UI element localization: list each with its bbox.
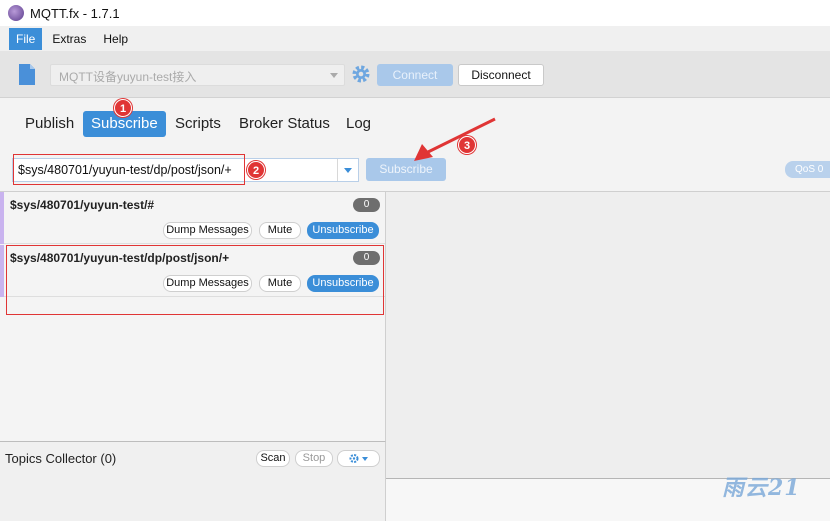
message-count-badge: 0 [353, 198, 380, 212]
dump-messages-button[interactable]: Dump Messages [163, 222, 252, 239]
menu-extras[interactable]: Extras [45, 28, 93, 50]
collector-options-button[interactable] [337, 450, 380, 467]
menu-bar: File Extras Help [0, 26, 830, 51]
mute-button[interactable]: Mute [259, 222, 301, 239]
menu-help[interactable]: Help [96, 28, 135, 50]
annotation-badge-2: 2 [247, 161, 265, 179]
subscription-color-bar [0, 192, 4, 244]
topics-collector-label: Topics Collector (0) [5, 451, 117, 466]
gear-icon[interactable] [351, 64, 371, 84]
title-bar: MQTT.fx - 1.7.1 [0, 0, 830, 26]
chevron-down-icon[interactable] [337, 159, 358, 181]
annotation-badge-1: 1 [114, 99, 132, 117]
subscription-color-bar [0, 245, 4, 297]
subscription-topic: $sys/480701/yuyun-test/# [10, 198, 155, 212]
annotation-badge-3: 3 [458, 136, 476, 154]
qos-selector[interactable]: QoS 0 [785, 161, 830, 178]
subscription-item[interactable]: $sys/480701/yuyun-test/# 0 Dump Messages… [0, 192, 385, 244]
tab-log[interactable]: Log [340, 111, 377, 137]
menu-file[interactable]: File [9, 27, 43, 50]
tab-broker-status[interactable]: Broker Status [233, 111, 336, 137]
subscriptions-list: $sys/480701/yuyun-test/# 0 Dump Messages… [0, 191, 386, 441]
tab-scripts[interactable]: Scripts [169, 111, 227, 137]
stop-button[interactable]: Stop [295, 450, 333, 467]
chevron-down-icon [330, 73, 338, 78]
connection-toolbar: MQTT设备yuyun-test接入 Connect Disconnect [0, 51, 830, 98]
mqttfx-logo-icon [8, 5, 24, 21]
watermark: 雨云21 [722, 475, 801, 501]
unsubscribe-button[interactable]: Unsubscribe [307, 222, 379, 239]
document-icon[interactable] [18, 63, 36, 86]
connect-button[interactable]: Connect [377, 64, 453, 86]
scan-button[interactable]: Scan [256, 450, 290, 467]
disconnect-button[interactable]: Disconnect [458, 64, 544, 86]
topics-collector: Topics Collector (0) Scan Stop [0, 441, 386, 521]
annotation-arrow [414, 117, 496, 161]
gear-dropdown-icon [349, 454, 368, 463]
message-detail-pane [386, 191, 830, 478]
window-title: MQTT.fx - 1.7.1 [30, 5, 120, 21]
annotation-highlight-topic [13, 154, 245, 185]
annotation-highlight-subscription [6, 245, 384, 315]
connection-profile-select[interactable]: MQTT设备yuyun-test接入 [50, 64, 345, 86]
connection-profile-value: MQTT设备yuyun-test接入 [59, 70, 197, 84]
tab-publish[interactable]: Publish [19, 111, 80, 137]
